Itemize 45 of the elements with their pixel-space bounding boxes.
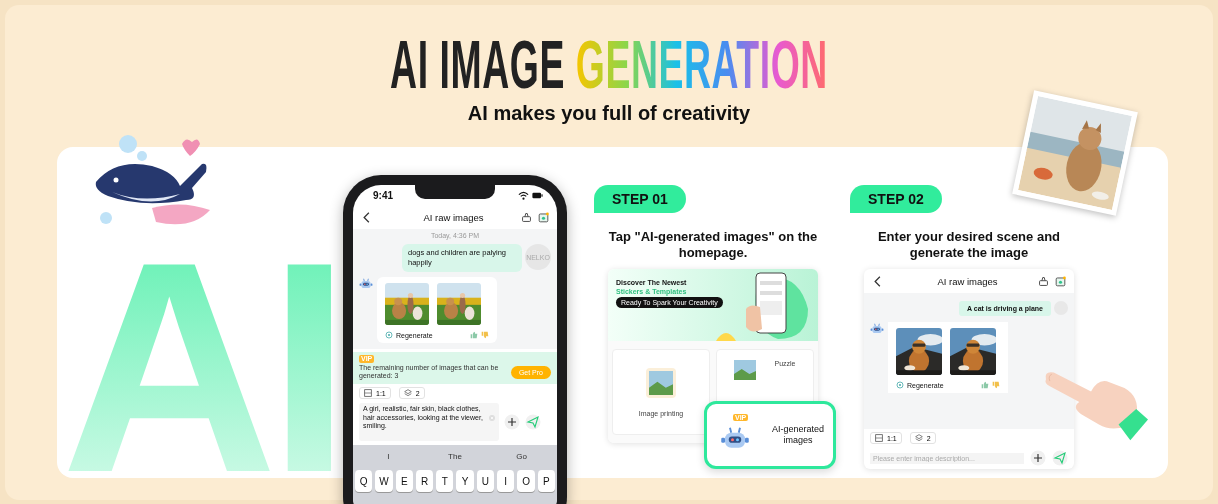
keyboard-key[interactable]: T	[436, 470, 454, 492]
blob-drawing	[716, 331, 736, 341]
layers-icon	[914, 434, 923, 442]
suggestion[interactable]: I	[355, 449, 422, 464]
step-instruction: Enter your desired scene and generate the image	[876, 229, 1062, 261]
aspect-ratio-icon	[364, 389, 372, 397]
send-icon[interactable]	[1052, 450, 1068, 466]
plus-icon[interactable]	[1030, 450, 1046, 466]
thumbs-down-icon[interactable]	[992, 381, 1000, 389]
screen-title: AI raw images	[422, 211, 485, 223]
refresh-icon	[896, 381, 904, 389]
thumbs-up-icon[interactable]	[981, 381, 989, 389]
keyboard-key[interactable]: O	[517, 470, 535, 492]
refresh-icon	[385, 331, 393, 339]
thumbs-down-icon[interactable]	[481, 331, 489, 339]
robot-icon	[359, 277, 373, 291]
aspect-ratio-icon	[875, 434, 883, 442]
send-icon[interactable]	[525, 414, 541, 430]
basket-icon[interactable]	[521, 211, 532, 223]
keyboard-key[interactable]: W	[375, 470, 393, 492]
robot-icon	[870, 322, 884, 336]
keyboard-key[interactable]: Q	[355, 470, 373, 492]
step-tag: STEP 02	[850, 185, 942, 213]
screen-title: AI raw images	[936, 275, 999, 287]
status-time: 9:41	[373, 189, 393, 201]
step-tag: STEP 01	[594, 185, 686, 213]
tagline: AI makes you full of creativity	[467, 102, 751, 125]
keyboard-key[interactable]: Y	[456, 470, 474, 492]
suggestion[interactable]: The	[421, 449, 489, 464]
keyboard-key[interactable]: E	[395, 470, 413, 492]
plus-icon[interactable]	[504, 414, 520, 430]
wifi-icon	[518, 189, 529, 201]
back-icon[interactable]	[872, 275, 883, 287]
basket-icon[interactable]	[1038, 275, 1049, 287]
image-icon[interactable]	[538, 211, 549, 223]
layers-icon	[403, 389, 412, 397]
suggestion[interactable]: Go	[488, 449, 555, 464]
keyboard-key[interactable]: P	[537, 470, 555, 492]
thumbs-up-icon[interactable]	[470, 331, 478, 339]
back-icon[interactable]	[361, 211, 372, 223]
keyboard-key[interactable]: U	[476, 470, 495, 492]
step-instruction: Tap "AI-generated images" on the homepage.	[607, 229, 819, 261]
keyboard-key[interactable]: I	[497, 470, 515, 492]
keyboard-key[interactable]: R	[415, 470, 434, 492]
image-icon[interactable]	[1055, 275, 1066, 287]
